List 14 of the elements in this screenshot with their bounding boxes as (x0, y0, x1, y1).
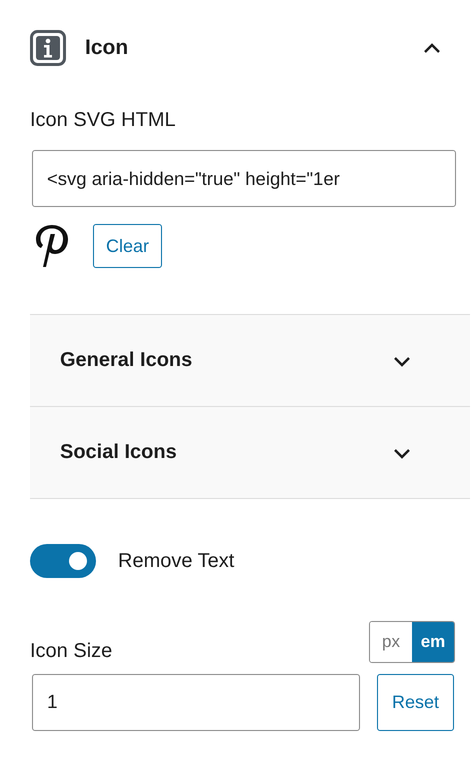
field-label: Icon Size (30, 640, 112, 663)
pin-logo-icon (35, 224, 69, 268)
field-label: Icon SVG HTML (30, 109, 177, 132)
panel-title: Icon (85, 36, 130, 60)
unit-option[interactable]: em (412, 622, 454, 662)
size-input[interactable]: 1 (32, 674, 360, 731)
accordion-header[interactable]: Social Icons (30, 407, 470, 499)
clear-button[interactable]: Clear (93, 224, 162, 268)
toggle-switch[interactable] (30, 544, 96, 578)
info-icon (30, 30, 66, 66)
reset-button[interactable]: Reset (377, 674, 454, 731)
toggle-label: Remove Text (118, 550, 234, 572)
svg-html-field[interactable]: <svg aria-hidden="true" height="1er (32, 150, 456, 207)
accordion-header[interactable]: General Icons (30, 315, 470, 407)
